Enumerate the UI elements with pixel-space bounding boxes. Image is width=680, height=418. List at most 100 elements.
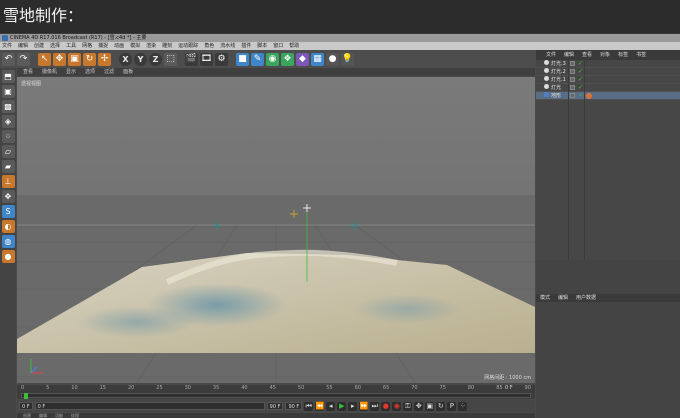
axis-x-button[interactable]: X (119, 52, 132, 66)
polygons-mode-icon[interactable]: ▰ (1, 160, 15, 173)
next-frame-icon[interactable]: ▸ (348, 401, 358, 411)
viewport-menu-item[interactable]: 查看 (23, 68, 33, 76)
attribute-manager-menu-item[interactable]: 用户数据 (576, 294, 596, 302)
material-tab[interactable]: 编辑 (39, 413, 47, 418)
scale-tool-icon[interactable]: ▣ (68, 52, 81, 66)
visibility-toggle[interactable] (570, 85, 575, 90)
attribute-manager-menu-item[interactable]: 编辑 (558, 294, 568, 302)
preview-end-field[interactable]: 90 F (285, 402, 303, 410)
go-to-start-icon[interactable]: ⏮ (304, 401, 314, 411)
menu-item[interactable]: 雕刻 (162, 42, 172, 50)
menu-item[interactable]: 渲染 (146, 42, 156, 50)
timeline[interactable]: 0 5 10 15 20 25 30 35 40 45 50 55 60 65 70 75 80 85 90 0 F (17, 385, 535, 399)
keyframe-selection-icon[interactable]: ⚿ (403, 401, 413, 411)
timeline-track[interactable] (21, 393, 531, 399)
array-icon[interactable]: ❖ (281, 52, 294, 66)
menu-item[interactable]: 创建 (34, 42, 44, 50)
material-tab[interactable]: 纹理 (71, 413, 79, 418)
enabled-check-icon[interactable]: ✓ (578, 84, 583, 92)
axis-z-button[interactable]: Z (149, 52, 162, 66)
axis-mode-icon[interactable]: ⊥ (1, 175, 15, 188)
go-to-end-icon[interactable]: ⏭ (370, 401, 380, 411)
menu-item[interactable]: 编辑 (18, 42, 28, 50)
menu-item[interactable]: 动画 (114, 42, 124, 50)
enabled-check-icon[interactable]: ✓ (578, 92, 583, 100)
camera-icon[interactable]: ● (326, 52, 339, 66)
menu-item[interactable]: 帮助 (289, 42, 299, 50)
menu-item[interactable]: 捕捉 (98, 42, 108, 50)
tweak-icon[interactable]: ✥ (1, 190, 15, 203)
playhead[interactable] (24, 393, 28, 399)
current-frame-field[interactable]: 0 F (34, 402, 265, 410)
object-row[interactable]: 灯光.1 ✓ (536, 76, 680, 84)
object-manager-menu-item[interactable]: 文件 (546, 50, 556, 60)
rotation-key-icon[interactable]: ↻ (436, 401, 446, 411)
pen-icon[interactable]: ✎ (251, 52, 264, 66)
visibility-toggle[interactable] (570, 61, 575, 66)
rotate-tool-icon[interactable]: ↻ (83, 52, 96, 66)
play-icon[interactable]: ▶ (337, 401, 347, 411)
floor-icon[interactable]: ▦ (311, 52, 324, 66)
object-manager-menu-item[interactable]: 标签 (618, 50, 628, 60)
visibility-toggle[interactable] (570, 77, 575, 82)
autokey-icon[interactable]: ◉ (392, 401, 402, 411)
prev-key-icon[interactable]: ⏪ (315, 401, 325, 411)
material-tab[interactable]: 功能 (55, 413, 63, 418)
menu-item[interactable]: 选择 (50, 42, 60, 50)
scale-key-icon[interactable]: ▣ (425, 401, 435, 411)
menu-item[interactable]: 流水线 (220, 42, 235, 50)
lock-workplane-icon[interactable]: ◐ (1, 220, 15, 233)
viewport-menu-item[interactable]: 显示 (66, 68, 76, 76)
position-key-icon[interactable]: ✥ (414, 401, 424, 411)
menu-item[interactable]: 插件 (241, 42, 251, 50)
menu-item[interactable]: 脚本 (257, 42, 267, 50)
deformer-icon[interactable]: ◆ (296, 52, 309, 66)
object-row[interactable]: 灯光 ✓ (536, 84, 680, 92)
move-tool-icon[interactable]: ✥ (53, 52, 66, 66)
axis-y-button[interactable]: Y (134, 52, 147, 66)
end-frame-field[interactable]: 90 F (266, 402, 284, 410)
planar-workplane-icon[interactable]: ◍ (1, 235, 15, 248)
snap-icon[interactable]: S (1, 205, 15, 218)
enabled-check-icon[interactable]: ✓ (578, 76, 583, 84)
points-mode-icon[interactable]: ⁘ (1, 130, 15, 143)
pla-key-icon[interactable]: ⁘ (458, 401, 468, 411)
cube-icon[interactable]: ■ (236, 52, 249, 66)
object-manager-menu-item[interactable]: 查看 (582, 50, 592, 60)
redo-icon[interactable]: ↷ (17, 52, 30, 66)
undo-icon[interactable]: ↶ (2, 52, 15, 66)
object-row[interactable]: 地形 ✓ (536, 92, 680, 100)
coordinate-system-icon[interactable]: ⬚ (164, 52, 177, 66)
render-picture-viewer-icon[interactable]: 🎞 (200, 52, 213, 66)
enabled-check-icon[interactable]: ✓ (578, 68, 583, 76)
visibility-toggle[interactable] (570, 69, 575, 74)
menu-item[interactable]: 网格 (82, 42, 92, 50)
material-tab[interactable]: 创建 (23, 413, 31, 418)
start-frame-field[interactable]: 0 F (19, 402, 33, 410)
object-manager-menu-item[interactable]: 编辑 (564, 50, 574, 60)
menu-item[interactable]: 模拟 (130, 42, 140, 50)
menu-item[interactable]: 运动跟踪 (178, 42, 198, 50)
workplane-icon[interactable]: ◈ (1, 115, 15, 128)
record-icon[interactable]: ● (381, 401, 391, 411)
object-row[interactable]: 灯光.2 ✓ (536, 68, 680, 76)
material-tag-icon[interactable] (586, 93, 592, 99)
select-tool-icon[interactable]: ↖ (38, 52, 51, 66)
subdivision-icon[interactable]: ◉ (266, 52, 279, 66)
prev-frame-icon[interactable]: ◂ (326, 401, 336, 411)
make-editable-icon[interactable]: ⬒ (1, 70, 15, 83)
sphere-icon[interactable]: ● (1, 250, 15, 263)
object-manager-menu-item[interactable]: 书签 (636, 50, 646, 60)
menu-item[interactable]: 窗口 (273, 42, 283, 50)
viewport-menu-item[interactable]: 摄像机 (42, 68, 57, 76)
render-view-icon[interactable]: 🎬 (185, 52, 198, 66)
viewport-menu-item[interactable]: 过滤 (104, 68, 114, 76)
render-settings-icon[interactable]: ⚙ (215, 52, 228, 66)
param-key-icon[interactable]: P (447, 401, 457, 411)
next-key-icon[interactable]: ⏩ (359, 401, 369, 411)
object-manager-menu-item[interactable]: 对象 (600, 50, 610, 60)
light-icon[interactable]: 💡 (341, 52, 354, 66)
viewport-menu-item[interactable]: 选项 (85, 68, 95, 76)
menu-item[interactable]: 工具 (66, 42, 76, 50)
menu-item[interactable]: 文件 (2, 42, 12, 50)
